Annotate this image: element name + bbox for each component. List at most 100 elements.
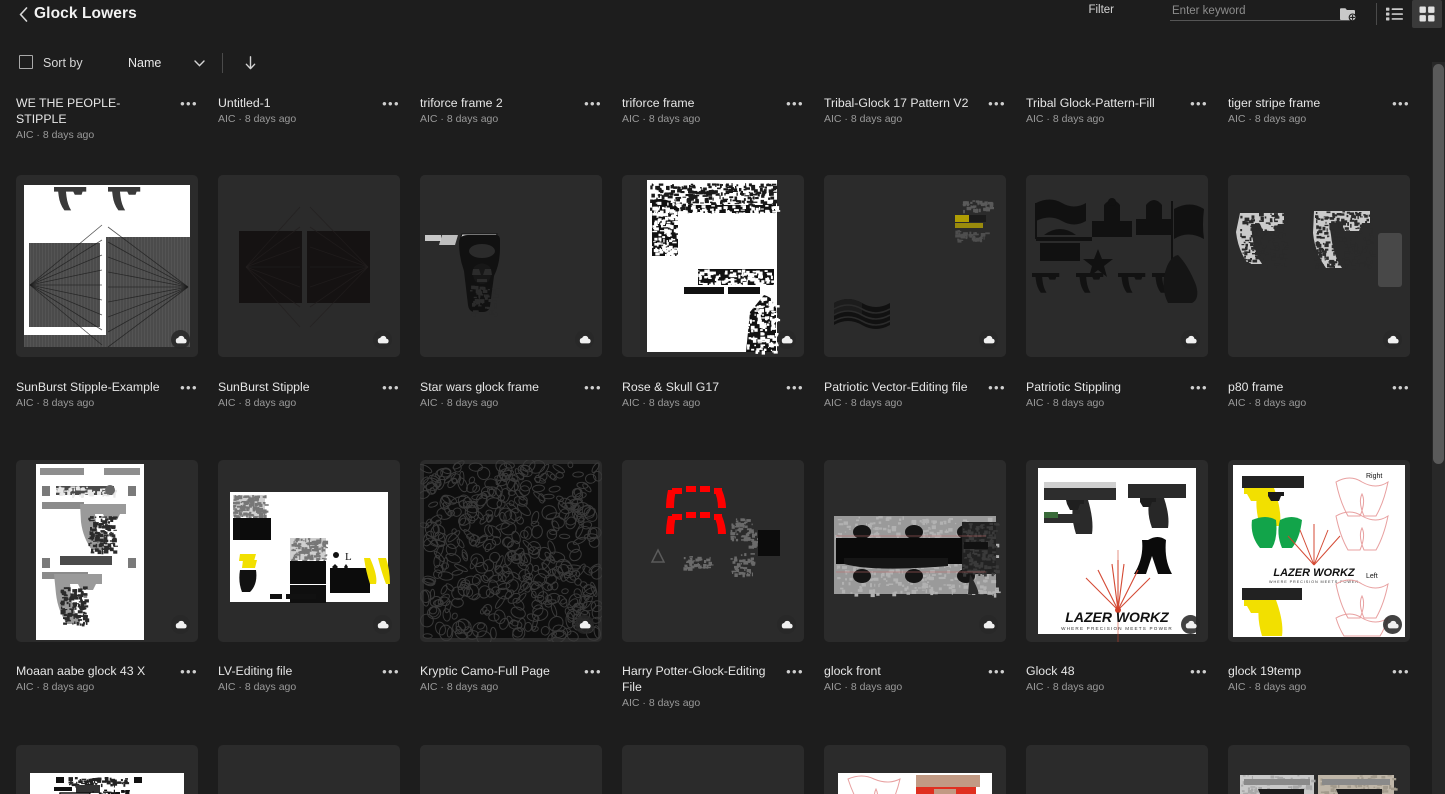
asset-thumbnail[interactable] xyxy=(420,745,602,794)
asset-menu-button[interactable]: ••• xyxy=(1390,95,1412,112)
asset-subtitle: AIC · 8 days ago xyxy=(420,111,602,127)
asset-title: Glock 48 xyxy=(1026,663,1176,679)
asset-title: triforce frame xyxy=(622,95,772,111)
sort-direction-button[interactable] xyxy=(240,48,260,78)
asset-title: LV-Editing file xyxy=(218,663,368,679)
asset-title: Rose & Skull G17 xyxy=(622,379,772,395)
asset-thumbnail[interactable] xyxy=(420,460,602,642)
asset-subtitle: AIC · 8 days ago xyxy=(1026,395,1208,411)
asset-thumbnail[interactable]: DV xyxy=(622,745,804,794)
asset-subtitle: AIC · 8 days ago xyxy=(218,679,400,695)
asset-thumbnail[interactable] xyxy=(1026,175,1208,357)
sort-divider xyxy=(222,53,223,73)
asset-menu-button[interactable]: ••• xyxy=(1188,95,1210,112)
asset-thumbnail[interactable]: L xyxy=(218,460,400,642)
vertical-scrollbar-track[interactable] xyxy=(1432,62,1445,794)
asset-thumbnail[interactable] xyxy=(16,175,198,357)
asset-menu-button[interactable]: ••• xyxy=(1390,379,1412,396)
asset-thumbnail[interactable] xyxy=(1228,175,1410,357)
asset-subtitle: AIC · 8 days ago xyxy=(420,395,602,411)
asset-subtitle: AIC · 8 days ago xyxy=(1026,111,1208,127)
asset-grid: WE THE PEOPLE-STIPPLEAIC · 8 days ago•••… xyxy=(0,88,1437,794)
asset-title: tiger stripe frame xyxy=(1228,95,1378,111)
asset-subtitle: AIC · 8 days ago xyxy=(16,395,198,411)
asset-menu-button[interactable]: ••• xyxy=(582,663,604,680)
cloud-status-badge xyxy=(1383,615,1402,634)
asset-menu-button[interactable]: ••• xyxy=(380,379,402,396)
grid-view-button[interactable] xyxy=(1412,0,1442,28)
asset-thumbnail[interactable] xyxy=(622,460,804,642)
asset-thumbnail[interactable] xyxy=(16,460,198,642)
cloud-status-badge xyxy=(777,330,796,349)
asset-menu-button[interactable]: ••• xyxy=(784,663,806,680)
asset-title: Tribal-Glock 17 Pattern V2 xyxy=(824,95,974,111)
asset-thumbnail[interactable] xyxy=(1228,745,1410,794)
select-all-checkbox[interactable] xyxy=(19,55,33,69)
asset-thumbnail[interactable] xyxy=(824,175,1006,357)
asset-title: SunBurst Stipple-Example xyxy=(16,379,166,395)
cloud-status-badge xyxy=(1181,330,1200,349)
asset-subtitle: AIC · 8 days ago xyxy=(1228,395,1410,411)
asset-subtitle: AIC · 8 days ago xyxy=(1228,679,1410,695)
sort-dropdown-button[interactable] xyxy=(190,48,208,78)
asset-title: Patriotic Vector-Editing file xyxy=(824,379,974,395)
asset-title: triforce frame 2 xyxy=(420,95,570,111)
asset-thumbnail[interactable] xyxy=(16,745,198,794)
asset-menu-button[interactable]: ••• xyxy=(178,379,200,396)
asset-title: Tribal Glock-Pattern-Fill xyxy=(1026,95,1176,111)
asset-menu-button[interactable]: ••• xyxy=(178,663,200,680)
asset-thumbnail[interactable]: LAZER WORKZWHERE PRECISION MEETS POWER xyxy=(1026,460,1208,642)
asset-title: SunBurst Stipple xyxy=(218,379,368,395)
asset-menu-button[interactable]: ••• xyxy=(1390,663,1412,680)
vertical-scrollbar-thumb[interactable] xyxy=(1433,64,1444,464)
asset-menu-button[interactable]: ••• xyxy=(380,663,402,680)
asset-title: Untitled-1 xyxy=(218,95,368,111)
asset-thumbnail[interactable] xyxy=(622,175,804,357)
asset-subtitle: AIC · 8 days ago xyxy=(622,695,804,711)
list-view-button[interactable] xyxy=(1379,0,1409,28)
cloud-status-badge xyxy=(979,330,998,349)
svg-text:Right: Right xyxy=(1366,473,1382,480)
asset-menu-button[interactable]: ••• xyxy=(582,95,604,112)
sort-by-label: Sort by xyxy=(43,48,83,78)
asset-menu-button[interactable]: ••• xyxy=(784,95,806,112)
sort-field-value[interactable]: Name xyxy=(128,48,161,78)
cloud-status-badge xyxy=(373,615,392,634)
asset-subtitle: AIC · 8 days ago xyxy=(420,679,602,695)
asset-subtitle: AIC · 8 days ago xyxy=(1228,111,1410,127)
back-button[interactable] xyxy=(14,0,32,28)
asset-subtitle: AIC · 8 days ago xyxy=(16,679,198,695)
asset-subtitle: AIC · 8 days ago xyxy=(824,111,1006,127)
asset-thumbnail[interactable] xyxy=(824,745,1006,794)
asset-menu-button[interactable]: ••• xyxy=(986,95,1008,112)
asset-title: p80 frame xyxy=(1228,379,1378,395)
asset-menu-button[interactable]: ••• xyxy=(582,379,604,396)
asset-menu-button[interactable]: ••• xyxy=(1188,663,1210,680)
asset-thumbnail[interactable] xyxy=(218,175,400,357)
asset-thumbnail[interactable] xyxy=(218,745,400,794)
asset-thumbnail[interactable] xyxy=(1026,745,1208,794)
asset-menu-button[interactable]: ••• xyxy=(380,95,402,112)
search-input[interactable] xyxy=(1170,2,1350,20)
asset-menu-button[interactable]: ••• xyxy=(986,663,1008,680)
toolbar-divider xyxy=(1376,3,1377,25)
asset-thumbnail[interactable]: RightLeftLAZER WORKZWHERE PRECISION MEET… xyxy=(1228,460,1410,642)
asset-subtitle: AIC · 8 days ago xyxy=(824,679,1006,695)
asset-menu-button[interactable]: ••• xyxy=(986,379,1008,396)
page-title: Glock Lowers xyxy=(34,0,137,28)
asset-title: Kryptic Camo-Full Page xyxy=(420,663,570,679)
cloud-status-badge xyxy=(171,615,190,634)
svg-text:LAZER WORKZ: LAZER WORKZ xyxy=(1065,609,1169,625)
asset-menu-button[interactable]: ••• xyxy=(1188,379,1210,396)
asset-subtitle: AIC · 8 days ago xyxy=(622,395,804,411)
asset-thumbnail[interactable] xyxy=(420,175,602,357)
asset-menu-button[interactable]: ••• xyxy=(784,379,806,396)
cloud-status-badge xyxy=(1383,330,1402,349)
asset-menu-button[interactable]: ••• xyxy=(178,95,200,112)
list-view-icon xyxy=(1386,7,1403,21)
svg-text:WHERE PRECISION MEETS POWER: WHERE PRECISION MEETS POWER xyxy=(1061,626,1173,631)
new-folder-button[interactable] xyxy=(1333,0,1363,28)
asset-title: Patriotic Stippling xyxy=(1026,379,1176,395)
asset-thumbnail[interactable] xyxy=(824,460,1006,642)
svg-text:L: L xyxy=(345,551,352,563)
